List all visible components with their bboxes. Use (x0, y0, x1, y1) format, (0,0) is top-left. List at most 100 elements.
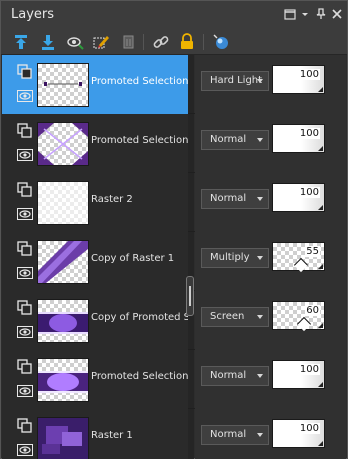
layer-name[interactable]: Copy of Promoted Select (91, 312, 188, 323)
pin-icon[interactable] (313, 6, 329, 22)
opacity-control[interactable]: 100 (272, 419, 325, 448)
opacity-value: 55 (305, 246, 320, 257)
opacity-control[interactable]: 100 (272, 65, 325, 94)
layer-info[interactable]: Raster 1 (2, 409, 188, 459)
visibility-eye-icon[interactable] (17, 206, 33, 222)
move-layer-up-icon[interactable] (11, 32, 31, 52)
layer-row[interactable]: Raster 2 Normal 100 (2, 173, 346, 232)
opacity-value: 60 (305, 305, 320, 316)
layers-panel: Layers Promoted Selection 2 Hard Light 1… (0, 0, 348, 459)
layer-name[interactable]: Raster 1 (91, 430, 188, 441)
visibility-eye-icon[interactable] (17, 383, 33, 399)
resize-corner-icon (318, 205, 323, 210)
chevron-down-icon (257, 79, 263, 83)
maximize-icon[interactable] (282, 6, 298, 22)
chevron-down-icon (257, 197, 263, 201)
blend-mode-dropdown[interactable]: Normal (201, 189, 269, 209)
layer-thumbnail[interactable] (37, 240, 89, 284)
layer-thumbnail[interactable] (37, 299, 89, 343)
move-layer-down-icon[interactable] (38, 32, 58, 52)
layer-name[interactable]: Promoted Selection 2 (91, 76, 188, 87)
opacity-control[interactable]: 100 (272, 183, 325, 212)
splitter-grip[interactable] (186, 276, 194, 316)
layer-row[interactable]: Copy of Promoted Select Screen 60 (2, 291, 346, 350)
title-bar: Layers (1, 1, 347, 29)
chevron-down-icon (257, 138, 263, 142)
visibility-eye-icon[interactable] (17, 442, 33, 458)
opacity-value: 100 (298, 69, 320, 80)
layer-group-icon[interactable] (17, 241, 33, 257)
link-icon[interactable] (151, 32, 171, 52)
opacity-control[interactable]: 100 (272, 360, 325, 389)
layer-thumbnail[interactable] (37, 63, 89, 107)
toolbar-separator (203, 34, 204, 50)
opacity-value: 100 (298, 364, 320, 375)
panel-title: Layers (11, 7, 55, 22)
layer-info[interactable]: Promoted Selection (2, 114, 188, 173)
blend-mode-label: Normal (210, 193, 247, 204)
opacity-value: 100 (298, 423, 320, 434)
opacity-control[interactable]: 55 (272, 242, 325, 273)
layer-group-icon[interactable] (17, 123, 33, 139)
visibility-eye-icon[interactable] (17, 265, 33, 281)
layer-group-icon[interactable] (17, 418, 33, 434)
layer-group-icon[interactable] (17, 300, 33, 316)
blend-mode-label: Normal (210, 370, 247, 381)
layer-name[interactable]: Promoted Selection 1 (91, 371, 188, 382)
layer-thumbnail[interactable] (37, 181, 89, 225)
resize-corner-icon (318, 146, 323, 151)
layer-row[interactable]: Promoted Selection Normal 100 (2, 114, 346, 173)
close-icon[interactable] (329, 6, 345, 22)
layer-group-icon[interactable] (17, 64, 33, 80)
layer-thumbnail[interactable] (37, 358, 89, 402)
blend-mode-dropdown[interactable]: Hard Light (201, 71, 269, 91)
blend-mode-dropdown[interactable]: Normal (201, 425, 269, 445)
layer-properties: Screen 60 (195, 291, 346, 350)
opacity-control[interactable]: 60 (272, 301, 325, 332)
resize-corner-icon (318, 382, 323, 387)
layer-effects-icon[interactable] (211, 32, 231, 52)
visibility-eye-icon[interactable] (17, 88, 33, 104)
layer-name[interactable]: Raster 2 (91, 194, 188, 205)
dropdown-arrow-icon[interactable] (297, 6, 313, 22)
layer-thumbnail[interactable] (37, 417, 89, 459)
layer-visibility-icon[interactable] (65, 32, 85, 52)
opacity-value: 100 (298, 187, 320, 198)
blend-mode-label: Multiply (210, 252, 250, 263)
blend-mode-dropdown[interactable]: Multiply (201, 248, 269, 268)
blend-mode-dropdown[interactable]: Screen (201, 307, 269, 327)
layer-properties: Normal 100 (195, 409, 346, 459)
layer-row[interactable]: Promoted Selection 1 Normal 100 (2, 350, 346, 409)
layer-group-icon[interactable] (17, 182, 33, 198)
layer-info[interactable]: Promoted Selection 2 (2, 55, 188, 114)
edit-selection-icon[interactable] (91, 32, 111, 52)
opacity-control[interactable]: 100 (272, 124, 325, 153)
layer-row[interactable]: Promoted Selection 2 Hard Light 100 (2, 55, 346, 114)
blend-mode-label: Hard Light (210, 75, 263, 86)
chevron-down-icon (257, 315, 263, 319)
layer-group-icon[interactable] (17, 359, 33, 375)
layer-thumbnail[interactable] (37, 122, 89, 166)
toolbar-separator (143, 34, 144, 50)
chevron-down-icon (257, 374, 263, 378)
layer-properties: Multiply 55 (195, 232, 346, 291)
layer-list: Promoted Selection 2 Hard Light 100 Promote… (2, 55, 346, 459)
lock-icon[interactable] (177, 32, 197, 52)
blend-mode-dropdown[interactable]: Normal (201, 366, 269, 386)
layer-properties: Normal 100 (195, 350, 346, 409)
layer-properties: Normal 100 (195, 114, 346, 173)
layer-info[interactable]: Copy of Raster 1 (2, 232, 188, 291)
blend-mode-dropdown[interactable]: Normal (201, 130, 269, 150)
layer-info[interactable]: Promoted Selection 1 (2, 350, 188, 409)
layer-name[interactable]: Copy of Raster 1 (91, 253, 188, 264)
visibility-eye-icon[interactable] (17, 147, 33, 163)
layer-row[interactable]: Copy of Raster 1 Multiply 55 (2, 232, 346, 291)
visibility-eye-icon[interactable] (17, 324, 33, 340)
blend-mode-label: Normal (210, 429, 247, 440)
layer-name[interactable]: Promoted Selection (91, 135, 188, 146)
chevron-down-icon (257, 256, 263, 260)
layer-info[interactable]: Raster 2 (2, 173, 188, 232)
layer-row[interactable]: Raster 1 Normal 100 (2, 409, 346, 459)
layer-info[interactable]: Copy of Promoted Select (2, 291, 188, 350)
delete-layer-icon[interactable] (118, 32, 138, 52)
